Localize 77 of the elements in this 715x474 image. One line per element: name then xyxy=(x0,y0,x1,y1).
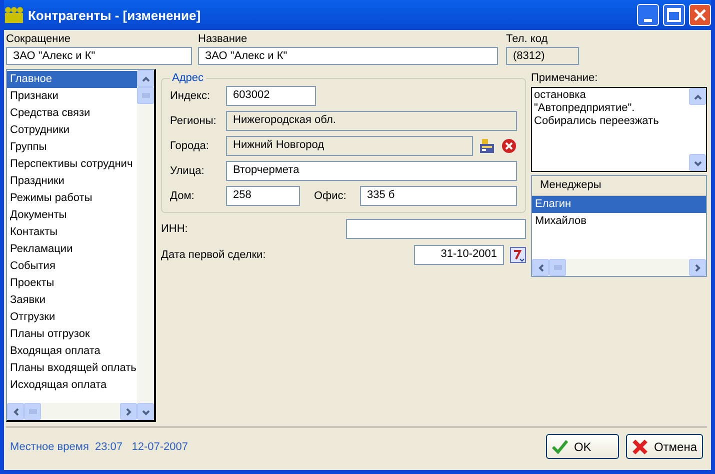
field-label: Сокращение xyxy=(6,33,72,45)
maximize-icon xyxy=(667,8,681,22)
date-field[interactable]: 31-10-2001 xyxy=(414,245,504,265)
sidebar-item[interactable]: Праздники xyxy=(7,173,137,190)
input-field[interactable]: ЗАО "Алекс и К" xyxy=(198,47,498,65)
sidebar-item[interactable]: Входящая оплата xyxy=(7,343,137,360)
input-field[interactable]: 603002 xyxy=(226,86,316,106)
check-icon xyxy=(552,440,568,454)
sidebar-item[interactable]: Отгрузки xyxy=(7,309,137,326)
sidebar-item[interactable]: Перспективы сотруднич xyxy=(7,156,137,173)
field-label: Регионы: xyxy=(170,115,218,127)
close-icon xyxy=(693,8,707,22)
field-label: Индекс: xyxy=(170,90,212,102)
status-text: Местное время 23:07 12-07-2007 xyxy=(10,440,188,452)
calendar-icon[interactable] xyxy=(510,247,526,263)
scroll-thumb[interactable] xyxy=(24,403,41,420)
scroll-right-button[interactable] xyxy=(120,403,137,420)
field-label: Города: xyxy=(170,140,210,152)
close-icon xyxy=(632,438,648,454)
field-label: Офис: xyxy=(314,190,348,202)
delete-icon[interactable] xyxy=(501,138,517,154)
note-text: остановка "Автопредприятие". Собирались переезжать xyxy=(533,88,660,129)
scroll-right-button[interactable] xyxy=(689,259,706,276)
sidebar-item[interactable]: Заявки xyxy=(7,292,137,309)
note-field[interactable]: остановка "Автопредприятие". Собирались переезжать xyxy=(531,87,707,172)
scroll-thumb[interactable] xyxy=(549,259,566,276)
field-label: Дом: xyxy=(170,190,196,202)
column-header: Менеджеры xyxy=(532,176,706,196)
field-label: Примечание: xyxy=(531,72,599,84)
grip-icon xyxy=(554,264,562,271)
scroll-up-button[interactable] xyxy=(689,88,706,105)
people-icon xyxy=(4,6,24,24)
input-field[interactable]: 335 б xyxy=(360,186,517,206)
sidebar-item[interactable]: Главное xyxy=(7,71,137,88)
sidebar-item[interactable]: Рекламации xyxy=(7,241,137,258)
ok-button[interactable]: OK xyxy=(546,434,619,459)
sidebar-item[interactable]: Исходящая оплата xyxy=(7,377,137,394)
sidebar-item[interactable]: Планы отгрузок xyxy=(7,326,137,343)
readonly-field: Нижний Новгород xyxy=(226,136,473,156)
input-field[interactable]: ЗАО "Алекс и К" xyxy=(6,47,192,65)
minimize-icon xyxy=(644,18,652,22)
maximize-button[interactable] xyxy=(663,4,685,26)
readonly-field: (8312) xyxy=(506,47,579,65)
input-field[interactable] xyxy=(346,219,526,239)
sidebar-item[interactable]: Средства связи xyxy=(7,105,137,122)
sidebar-item[interactable]: Сотрудники xyxy=(7,122,137,139)
field-label: Дата первой сделки: xyxy=(161,249,267,261)
cancel-button[interactable]: Отмена xyxy=(626,434,703,459)
sidebar-item[interactable]: Группы xyxy=(7,139,137,156)
field-label: Название xyxy=(198,33,248,45)
close-button[interactable] xyxy=(689,4,711,26)
sidebar-item[interactable]: События xyxy=(7,258,137,275)
scroll-up-button[interactable] xyxy=(137,70,154,87)
scroll-left-button[interactable] xyxy=(7,403,24,420)
readonly-field: Нижегородская обл. xyxy=(226,111,517,131)
sidebar-item[interactable]: Контакты xyxy=(7,224,137,241)
scroll-thumb[interactable] xyxy=(137,87,154,104)
manager-item[interactable]: Елагин xyxy=(532,196,706,213)
field-label: Улица: xyxy=(170,165,206,177)
scroll-down-button[interactable] xyxy=(689,154,706,171)
field-label: Тел. код xyxy=(506,33,549,45)
window-title: Контрагенты - [изменение] xyxy=(28,8,202,22)
group-title: Адрес xyxy=(171,72,204,84)
grip-icon xyxy=(142,92,150,99)
input-field[interactable]: Вторчермета xyxy=(226,161,517,181)
scroll-left-button[interactable] xyxy=(532,259,549,276)
field-label: ИНН: xyxy=(161,223,189,235)
manager-item[interactable]: Михайлов xyxy=(532,213,706,230)
sidebar-item[interactable]: Признаки xyxy=(7,88,137,105)
sidebar-item[interactable]: Режимы работы xyxy=(7,190,137,207)
sidebar-item[interactable]: Проекты xyxy=(7,275,137,292)
sidebar-item[interactable]: Документы xyxy=(7,207,137,224)
grip-icon xyxy=(28,408,36,415)
minimize-button[interactable] xyxy=(637,4,659,26)
input-field[interactable]: 258 xyxy=(226,186,300,206)
sidebar-item[interactable]: Планы входящей оплать xyxy=(7,360,137,377)
scroll-down-button[interactable] xyxy=(137,403,154,420)
